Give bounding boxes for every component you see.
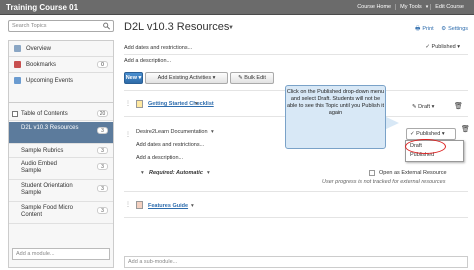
toc-item-student-orientation[interactable]: Student Orientation Sample 3 — [9, 180, 113, 202]
new-button[interactable]: New ▾ — [124, 72, 143, 84]
trash-icon[interactable]: 🗑 — [461, 125, 470, 133]
draft-label: Draft — [418, 104, 431, 110]
external-resource-note: User progress is not tracked for externa… — [322, 179, 446, 185]
gear-icon[interactable]: ⚙ — [441, 26, 446, 32]
bulk-edit-button[interactable]: ✎ Bulk Edit — [230, 72, 274, 84]
publish-status-dropdown[interactable]: ✓ Published ▾ — [406, 128, 456, 140]
page-title: D2L v10.3 Resources — [124, 21, 230, 33]
chevron-down-icon[interactable]: ▾ — [207, 170, 210, 176]
bulk-edit-label: Bulk Edit — [244, 75, 266, 81]
toc-label: Table of Contents — [21, 111, 68, 117]
table-of-contents: Table of Contents 20 D2L v10.3 Resources… — [8, 102, 114, 268]
page-actions: 🖶 Print ⚙ Settings — [409, 25, 468, 34]
chevron-down-icon[interactable]: ▼ — [228, 25, 234, 31]
sidebar: Search Topics Overview Bookmarks 0 Upcom… — [8, 18, 114, 268]
checklist-icon — [136, 100, 143, 108]
count-badge: 3 — [97, 147, 108, 154]
add-existing-activities-button[interactable]: Add Existing Activities ▾ — [145, 72, 228, 84]
toc-item-label: Audio Embed Sample — [21, 161, 58, 174]
nav-course-home[interactable]: Course Home — [353, 4, 395, 10]
top-nav: Course Home My Tools ▾ Edit Course — [353, 4, 468, 10]
divider — [124, 217, 468, 218]
count-badge: 20 — [97, 110, 108, 117]
bookmark-icon — [14, 61, 21, 68]
divider — [124, 54, 468, 55]
sidebar-item-bookmarks[interactable]: Bookmarks 0 — [9, 57, 113, 73]
toc-item-food-micro[interactable]: Sample Food Micro Content 3 — [9, 202, 113, 224]
toc-item-label: D2L v10.3 Resources — [21, 125, 79, 131]
item-add-dates-link[interactable]: Add dates and restrictions... — [136, 142, 204, 148]
item-getting-started-checklist[interactable]: Getting Started Checklist — [148, 101, 214, 107]
chevron-down-icon[interactable]: ▾ — [141, 170, 144, 176]
search-icon[interactable] — [102, 22, 111, 30]
count-badge: 3 — [97, 163, 108, 170]
callout-arrow — [384, 116, 399, 130]
drag-handle[interactable]: ⋮ — [125, 202, 131, 208]
new-button-label: New — [125, 75, 137, 81]
top-bar: Training Course 01 Course Home My Tools ▾ E… — [0, 0, 474, 15]
settings-link[interactable]: Settings — [448, 26, 468, 32]
highlight-ring — [405, 139, 446, 154]
count-badge: 3 — [97, 127, 108, 134]
add-module-placeholder: Add a module... — [16, 251, 55, 257]
toc-item-label: Student Orientation Sample — [21, 183, 73, 196]
pdf-icon — [136, 201, 143, 209]
toc-item-d2l-resources[interactable]: D2L v10.3 Resources 3 — [9, 122, 113, 144]
count-badge: 3 — [97, 185, 108, 192]
course-title[interactable]: Training Course 01 — [6, 3, 78, 12]
status-draft[interactable]: ✎ Draft ▾ — [412, 104, 434, 110]
published-label: Published — [431, 44, 456, 50]
divider — [124, 191, 468, 192]
requirement-label[interactable]: Required: Automatic — [149, 170, 203, 176]
sidebar-item-label: Overview — [26, 46, 52, 52]
trash-icon[interactable]: 🗑 — [454, 102, 463, 110]
published-status-top[interactable]: ✓ Published ▾ — [425, 44, 460, 50]
external-resource-checkbox[interactable] — [369, 170, 375, 176]
add-description-link[interactable]: Add a description... — [124, 58, 171, 64]
sidebar-item-label: Bookmarks — [26, 62, 57, 68]
count-badge: 0 — [97, 61, 108, 68]
dropdown-selected: Published — [416, 131, 441, 137]
add-dates-link[interactable]: Add dates and restrictions... — [124, 45, 192, 51]
print-icon[interactable]: 🖶 — [415, 26, 420, 32]
calendar-icon — [14, 77, 21, 84]
add-submodule-input[interactable]: Add a sub-module... — [124, 256, 468, 268]
add-submodule-placeholder: Add a sub-module... — [128, 259, 178, 265]
sidebar-item-label: Upcoming Events — [26, 78, 74, 84]
search-input[interactable]: Search Topics — [8, 20, 114, 32]
nav-my-tools[interactable]: My Tools — [395, 4, 426, 10]
sidebar-nav: Overview Bookmarks 0 Upcoming Events — [8, 40, 114, 110]
external-resource-label: Open as External Resource — [379, 170, 447, 176]
toc-item-audio-embed[interactable]: Audio Embed Sample 3 — [9, 158, 113, 180]
chevron-down-icon[interactable]: ▾ — [195, 101, 198, 107]
item-features-guide[interactable]: Features Guide — [148, 203, 188, 209]
drag-handle[interactable]: ⋮ — [125, 101, 131, 107]
add-module-input[interactable]: Add a module... — [12, 248, 110, 260]
instruction-callout: Click on the Published drop-down menu an… — [285, 85, 386, 149]
count-badge: 3 — [97, 207, 108, 214]
search-placeholder: Search Topics — [12, 23, 47, 29]
sidebar-item-upcoming-events[interactable]: Upcoming Events — [9, 73, 113, 89]
toc-item-label: Sample Food Micro Content — [21, 205, 74, 218]
toc-header[interactable]: Table of Contents 20 — [9, 107, 113, 121]
sidebar-item-overview[interactable]: Overview — [9, 41, 113, 57]
add-existing-label: Add Existing Activities — [157, 75, 212, 81]
chevron-down-icon[interactable]: ▾ — [191, 203, 194, 209]
toc-item-sample-rubrics[interactable]: Sample Rubrics 3 — [9, 144, 113, 158]
main-content: D2L v10.3 Resources ▼ 🖶 Print ⚙ Settings A… — [122, 18, 470, 270]
item-desire2learn-documentation[interactable]: Desire2Learn Documentation — [136, 129, 208, 135]
nav-edit-course[interactable]: Edit Course — [430, 4, 468, 10]
item-add-description-link[interactable]: Add a description... — [136, 155, 183, 161]
print-link[interactable]: Print — [422, 26, 433, 32]
chevron-down-icon[interactable]: ▾ — [211, 129, 214, 135]
overview-icon — [14, 45, 21, 52]
toc-icon — [12, 111, 18, 117]
toc-item-label: Sample Rubrics — [21, 148, 64, 154]
drag-handle[interactable]: ⋮ — [125, 132, 131, 138]
